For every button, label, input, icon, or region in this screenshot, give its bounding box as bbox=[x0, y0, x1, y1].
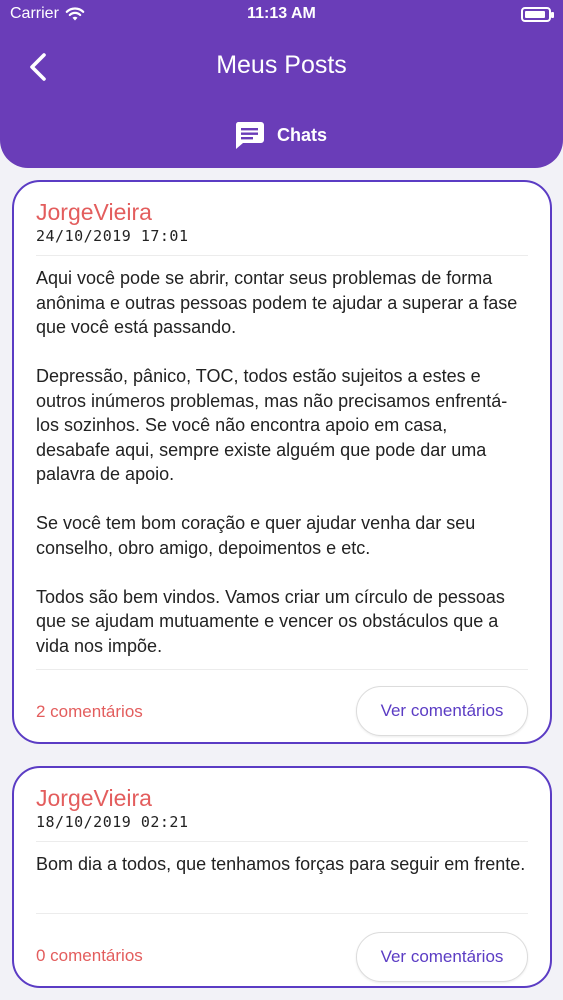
post-card: JorgeVieira 18/10/2019 02:21 Bom dia a t… bbox=[12, 766, 552, 988]
view-comments-button[interactable]: Ver comentários bbox=[356, 686, 528, 736]
tab-chats-label: Chats bbox=[277, 124, 328, 145]
post-body: Bom dia a todos, que tenhamos forças par… bbox=[36, 854, 526, 874]
divider bbox=[36, 669, 528, 670]
battery-icon bbox=[521, 7, 554, 22]
chat-icon bbox=[235, 122, 264, 149]
app-header: Carrier 11:13 AM Meus Posts Chats bbox=[0, 0, 563, 168]
post-date: 18/10/2019 02:21 bbox=[36, 813, 189, 831]
post-date: 24/10/2019 17:01 bbox=[36, 227, 189, 245]
page-title: Meus Posts bbox=[216, 51, 347, 79]
tab-chats[interactable]: Chats bbox=[234, 120, 327, 150]
post-card: JorgeVieira 24/10/2019 17:01 Aqui você p… bbox=[12, 180, 552, 744]
view-comments-button[interactable]: Ver comentários bbox=[356, 932, 528, 982]
divider bbox=[36, 913, 528, 914]
status-bar: Carrier 11:13 AM bbox=[0, 0, 563, 30]
post-body: Aqui você pode se abrir, contar seus pro… bbox=[36, 268, 518, 656]
post-author: JorgeVieira bbox=[36, 785, 152, 811]
comment-count: 2 comentários bbox=[36, 702, 143, 721]
status-time: 11:13 AM bbox=[247, 5, 316, 22]
divider bbox=[36, 841, 528, 842]
battery-level bbox=[525, 11, 545, 18]
divider bbox=[36, 255, 528, 256]
post-author: JorgeVieira bbox=[36, 199, 152, 225]
comment-count: 0 comentários bbox=[36, 946, 143, 965]
